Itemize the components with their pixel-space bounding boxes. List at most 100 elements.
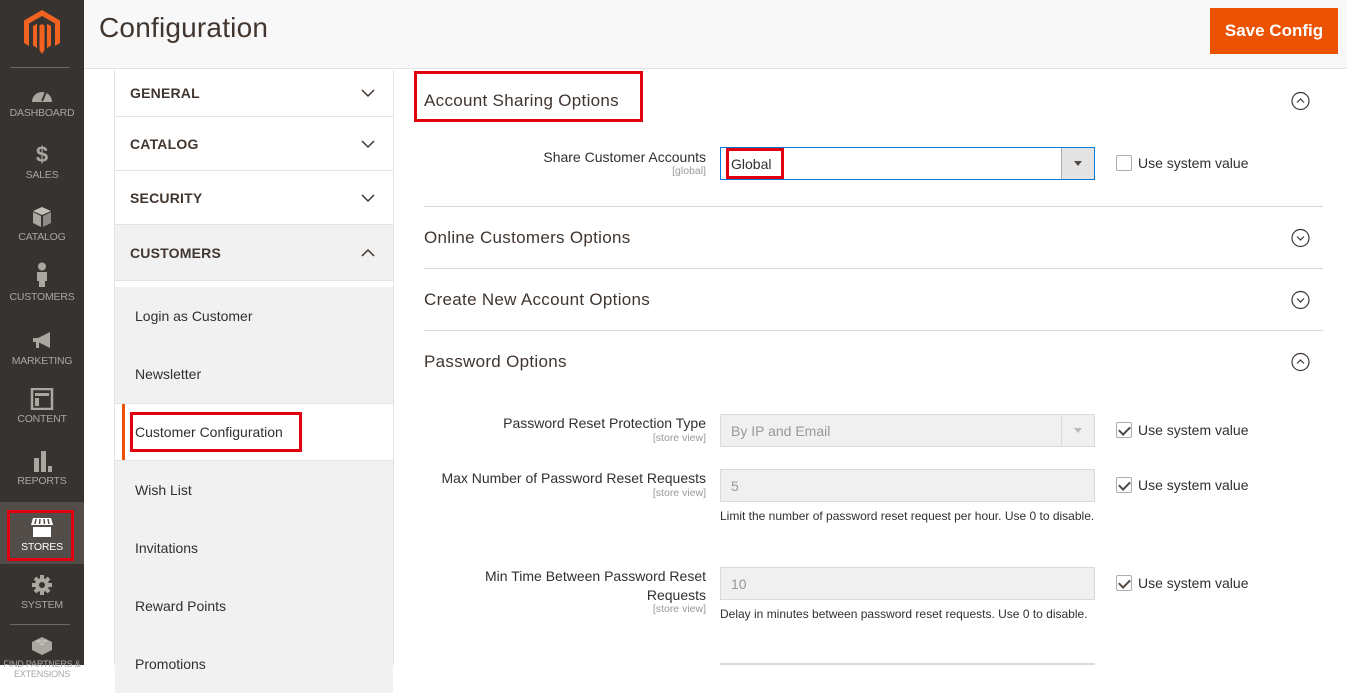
tab-item-label: Reward Points bbox=[135, 598, 227, 614]
bar-chart-icon bbox=[34, 451, 52, 472]
expand-circle-icon bbox=[1291, 290, 1310, 309]
save-config-button[interactable]: Save Config bbox=[1210, 8, 1338, 54]
menu-label: DASHBOARD bbox=[9, 107, 75, 119]
highlight-box bbox=[414, 71, 643, 122]
page-title: Configuration bbox=[99, 12, 269, 43]
menu-label: CONTENT bbox=[17, 413, 67, 425]
tab-label: GENERAL bbox=[130, 85, 200, 101]
checkbox-checked-icon[interactable] bbox=[1116, 422, 1132, 439]
checkbox-checked-icon[interactable] bbox=[1116, 477, 1132, 494]
menu-label: MARKETING bbox=[11, 355, 73, 367]
lego-brick-icon bbox=[32, 637, 52, 655]
min-time-label: Min Time Between Password Reset Requests bbox=[416, 567, 706, 605]
menu-item-stores[interactable]: STORES bbox=[0, 502, 84, 564]
menu-item-content[interactable]: CONTENT bbox=[0, 388, 84, 450]
menu-item-system[interactable]: SYSTEM bbox=[0, 574, 84, 636]
customers-submenu: Login as Customer Newsletter Customer Co… bbox=[115, 287, 393, 693]
collapse-circle-icon bbox=[1291, 91, 1310, 111]
label-line: Requests bbox=[646, 587, 706, 603]
section-online-customers-options[interactable]: Online Customers Options bbox=[424, 207, 1323, 269]
menu-label: SALES bbox=[25, 169, 59, 181]
tab-item-label: Wish List bbox=[135, 482, 192, 498]
max-requests-input[interactable]: 5 bbox=[720, 469, 1095, 502]
tab-label: SECURITY bbox=[130, 189, 203, 206]
menu-label: CATALOG bbox=[18, 231, 66, 243]
expand-circle-icon bbox=[1291, 228, 1310, 247]
menu-divider bbox=[10, 624, 70, 625]
chevron-down-icon bbox=[361, 89, 375, 98]
input-value: 5 bbox=[731, 477, 739, 494]
checkbox-label: Use system value bbox=[1138, 575, 1249, 591]
tab-label: CUSTOMERS bbox=[130, 244, 221, 261]
section-title: Create New Account Options bbox=[424, 289, 651, 309]
min-time-hint: Delay in minutes between password reset … bbox=[720, 607, 1088, 621]
tab-security[interactable]: SECURITY bbox=[115, 171, 393, 225]
max-requests-use-system-checkbox[interactable]: Use system value bbox=[1116, 477, 1248, 494]
dropdown-arrow-icon[interactable] bbox=[1061, 415, 1094, 446]
checkbox-unchecked-icon[interactable] bbox=[1116, 155, 1132, 172]
menu-label: FIND PARTNERS & EXTENSIONS bbox=[3, 659, 81, 679]
menu-label: REPORTS bbox=[17, 475, 67, 487]
menu-divider bbox=[10, 67, 70, 68]
chevron-down-icon bbox=[361, 139, 375, 148]
reset-protection-label: Password Reset Protection Type bbox=[503, 415, 706, 431]
config-tabs: GENERAL CATALOG SECURITY CUSTOMERS Login… bbox=[114, 70, 394, 693]
menu-item-catalog[interactable]: CATALOG bbox=[0, 206, 84, 268]
menu-item-sales[interactable]: $ SALES bbox=[0, 144, 84, 206]
checkbox-label: Use system value bbox=[1138, 155, 1249, 171]
tab-item-label: Customer Configuration bbox=[135, 424, 283, 440]
menu-item-find-partners[interactable]: FIND PARTNERS & EXTENSIONS bbox=[0, 634, 84, 696]
box-icon bbox=[33, 207, 51, 227]
share-accounts-scope: [global] bbox=[672, 165, 706, 177]
tab-item-label: Newsletter bbox=[135, 366, 202, 382]
admin-menu: DASHBOARD $ SALES CATALOG CUSTOMERS MARK… bbox=[0, 0, 84, 679]
section-password-options[interactable]: Password Options bbox=[424, 331, 1323, 393]
tab-general[interactable]: GENERAL bbox=[115, 70, 393, 117]
tab-item-customer-configuration[interactable]: Customer Configuration bbox=[115, 403, 393, 461]
layout-icon bbox=[30, 388, 54, 410]
tab-item-wish-list[interactable]: Wish List bbox=[115, 461, 393, 519]
select-value: By IP and Email bbox=[731, 422, 831, 439]
megaphone-icon bbox=[33, 332, 50, 348]
min-time-input[interactable]: 10 bbox=[720, 567, 1095, 600]
highlight-box bbox=[7, 510, 74, 561]
tab-customers[interactable]: CUSTOMERS bbox=[115, 225, 393, 281]
section-title: Password Options bbox=[424, 352, 567, 371]
magento-logo-icon[interactable] bbox=[22, 10, 62, 54]
tab-item-invitations[interactable]: Invitations bbox=[115, 519, 393, 577]
tab-item-reward-points[interactable]: Reward Points bbox=[115, 577, 393, 635]
min-time-use-system-checkbox[interactable]: Use system value bbox=[1116, 575, 1248, 592]
tab-item-label: Invitations bbox=[135, 540, 199, 556]
highlight-box bbox=[726, 148, 784, 179]
checkbox-label: Use system value bbox=[1138, 477, 1249, 493]
max-requests-hint: Limit the number of password reset reque… bbox=[720, 509, 1095, 523]
menu-item-dashboard[interactable]: DASHBOARD bbox=[0, 82, 84, 144]
share-accounts-use-system-checkbox[interactable]: Use system value bbox=[1116, 155, 1248, 172]
reset-protection-use-system-checkbox[interactable]: Use system value bbox=[1116, 422, 1248, 439]
gear-icon bbox=[32, 575, 52, 595]
reset-protection-scope: [store view] bbox=[652, 432, 706, 444]
label-line: Min Time Between Password Reset bbox=[485, 568, 706, 584]
max-requests-scope: [store view] bbox=[652, 487, 706, 499]
section-create-new-account-options[interactable]: Create New Account Options bbox=[424, 269, 1323, 331]
person-icon bbox=[37, 262, 47, 287]
chevron-down-icon bbox=[361, 193, 375, 202]
collapse-circle-icon bbox=[1291, 352, 1310, 372]
tab-item-newsletter[interactable]: Newsletter bbox=[115, 345, 393, 403]
tab-item-promotions[interactable]: Promotions bbox=[115, 635, 393, 693]
checkbox-checked-icon[interactable] bbox=[1116, 575, 1132, 592]
min-time-scope: [store view] bbox=[652, 603, 706, 615]
tab-item-label: Login as Customer bbox=[135, 308, 253, 324]
tab-label: CATALOG bbox=[130, 135, 199, 152]
reset-protection-select[interactable]: By IP and Email bbox=[720, 414, 1095, 447]
tab-item-login-as-customer[interactable]: Login as Customer bbox=[115, 287, 393, 345]
menu-item-customers[interactable]: CUSTOMERS bbox=[0, 262, 84, 324]
config-main: Account Sharing Options Share Customer A… bbox=[394, 70, 1347, 665]
tab-catalog[interactable]: CATALOG bbox=[115, 117, 393, 171]
menu-label: CUSTOMERS bbox=[9, 291, 75, 303]
dollar-icon: $ bbox=[35, 142, 49, 167]
section-title: Online Customers Options bbox=[424, 227, 631, 247]
dropdown-arrow-icon[interactable] bbox=[1061, 148, 1094, 179]
menu-item-marketing[interactable]: MARKETING bbox=[0, 330, 84, 392]
tab-item-label: Promotions bbox=[135, 656, 206, 672]
